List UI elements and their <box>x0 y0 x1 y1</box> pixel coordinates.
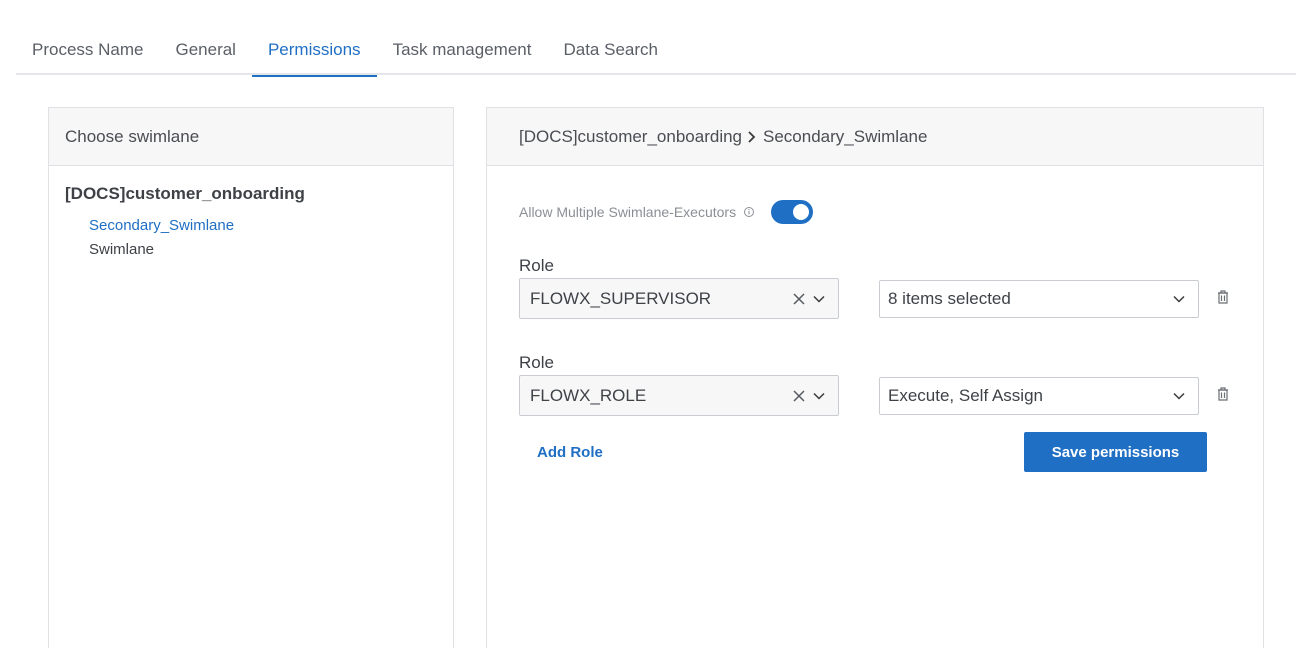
swimlane-chooser-panel: Choose swimlane [DOCS]customer_onboardin… <box>48 107 454 648</box>
allow-multiple-row: Allow Multiple Swimlane-Executors <box>519 200 814 224</box>
info-icon[interactable] <box>743 206 755 218</box>
breadcrumb: [DOCS]customer_onboarding Secondary_Swim… <box>487 108 1263 166</box>
permissions-select[interactable]: 8 items selected <box>879 280 1199 318</box>
tab-permissions[interactable]: Permissions <box>251 24 377 77</box>
tab-bar: Process Name General Permissions Task ma… <box>16 24 1296 77</box>
clear-icon[interactable] <box>792 292 806 306</box>
role-select-value: FLOWX_SUPERVISOR <box>530 288 712 308</box>
tab-general[interactable]: General <box>159 24 251 75</box>
breadcrumb-process: [DOCS]customer_onboarding <box>519 126 743 146</box>
permissions-panel: [DOCS]customer_onboarding Secondary_Swim… <box>486 107 1264 648</box>
role-label: Role <box>519 353 554 372</box>
role-label: Role <box>519 256 554 275</box>
chevron-down-icon[interactable] <box>812 292 826 306</box>
save-permissions-button[interactable]: Save permissions <box>1024 432 1207 472</box>
delete-role-icon[interactable] <box>1216 386 1230 402</box>
swimlane-item-swimlane[interactable]: Swimlane <box>89 241 154 258</box>
chevron-down-icon[interactable] <box>1172 292 1186 306</box>
role-select[interactable]: FLOWX_ROLE <box>519 375 839 416</box>
permissions-select-value: 8 items selected <box>888 289 1011 308</box>
chevron-right-icon <box>748 130 756 143</box>
permissions-select[interactable]: Execute, Self Assign <box>879 377 1199 415</box>
process-tree-root: [DOCS]customer_onboarding <box>65 184 305 203</box>
tab-process-name[interactable]: Process Name <box>16 24 159 75</box>
clear-icon[interactable] <box>792 389 806 403</box>
chevron-down-icon[interactable] <box>1172 389 1186 403</box>
chevron-down-icon[interactable] <box>812 389 826 403</box>
role-select-value: FLOWX_ROLE <box>530 385 647 405</box>
allow-multiple-toggle[interactable] <box>771 200 814 224</box>
delete-role-icon[interactable] <box>1216 289 1230 305</box>
swimlane-chooser-title: Choose swimlane <box>49 108 453 166</box>
permissions-select-value: Execute, Self Assign <box>888 386 1043 405</box>
role-select[interactable]: FLOWX_SUPERVISOR <box>519 278 839 319</box>
tab-task-management[interactable]: Task management <box>377 24 548 75</box>
swimlane-item-secondary[interactable]: Secondary_Swimlane <box>89 217 234 234</box>
breadcrumb-swimlane: Secondary_Swimlane <box>763 126 928 146</box>
add-role-button[interactable]: Add Role <box>537 444 603 461</box>
toggle-knob <box>793 204 810 220</box>
tab-data-search[interactable]: Data Search <box>547 24 674 75</box>
allow-multiple-label: Allow Multiple Swimlane-Executors <box>519 204 737 220</box>
